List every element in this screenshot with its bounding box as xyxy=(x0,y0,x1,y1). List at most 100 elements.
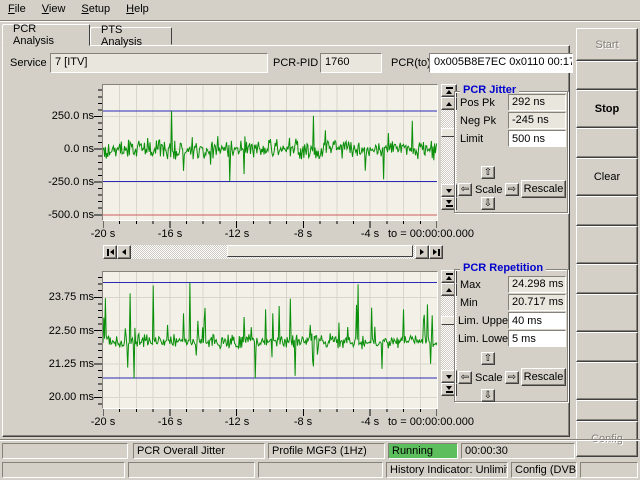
lim-upper-label: Lim. Upper xyxy=(458,315,512,327)
rep-xtick-label: -8 s xyxy=(281,416,325,428)
jitter-ytick-label: 250.0 ns xyxy=(8,110,94,122)
jitter-scale-right-icon[interactable]: ⇨ xyxy=(505,183,519,196)
pos-pk-label: Pos Pk xyxy=(460,97,495,109)
rep-xtick-label: -20 s xyxy=(81,416,125,428)
status-cell-empty xyxy=(2,443,128,459)
stop-button[interactable]: Stop xyxy=(576,90,638,128)
rep-waveform-chart xyxy=(103,272,437,408)
status-cell-empty xyxy=(258,462,383,478)
status-cell-empty xyxy=(2,462,125,478)
rep-xtick-label: -16 s xyxy=(148,416,192,428)
jitter-xtick-label: -8 s xyxy=(281,228,325,240)
jitter-scale-down-icon[interactable]: ⇩ xyxy=(481,197,495,210)
status-cell-empty xyxy=(580,462,638,478)
status-elapsed-time: 00:00:30 xyxy=(461,443,575,459)
hscroll-track[interactable] xyxy=(131,245,415,259)
status-cell-empty xyxy=(128,462,255,478)
jitter-xtick-label: -4 s xyxy=(348,228,392,240)
jitter-xtick-label: -20 s xyxy=(81,228,125,240)
menu-help[interactable]: Help xyxy=(118,0,157,20)
blank-button[interactable] xyxy=(576,362,638,400)
tab-pts-analysis-label: PTS Analysis xyxy=(101,24,161,48)
jitter-scale-up-icon[interactable]: ⇧ xyxy=(481,166,495,179)
pcr-to-label: PCR(to) xyxy=(391,57,431,69)
blank-button[interactable] xyxy=(576,128,638,158)
status-divider-highlight xyxy=(0,440,640,441)
rep-yaxis-ticks xyxy=(94,272,102,408)
jitter-scale-left-icon[interactable]: ⇦ xyxy=(458,183,472,196)
pcr-repetition-title: PCR Repetition xyxy=(460,262,546,274)
status-profile: Profile MGF3 (1Hz) xyxy=(268,443,385,459)
rep-scale-up-icon[interactable]: ⇧ xyxy=(481,352,495,365)
jitter-waveform-chart xyxy=(103,85,437,220)
tab-pts-analysis[interactable]: PTS Analysis xyxy=(90,27,172,45)
jitter-rescale-button[interactable]: Rescale xyxy=(521,180,566,198)
jitter-limit-input[interactable] xyxy=(508,130,566,147)
min-value: 20.717 ms xyxy=(508,294,566,311)
rep-ytick-label: 20.00 ms xyxy=(8,391,94,403)
rep-xtick-label: -12 s xyxy=(215,416,259,428)
rep-rescale-button[interactable]: Rescale xyxy=(521,368,566,386)
jitter-scale-label: Scale xyxy=(475,184,503,196)
jitter-vscroll-thumb[interactable] xyxy=(441,128,455,137)
time-horizontal-scrollbar[interactable] xyxy=(103,245,443,259)
pcr-analyzer-window: File View Setup Help PCR Analysis PTS An… xyxy=(0,0,640,480)
blank-button[interactable] xyxy=(576,226,638,264)
status-history-indicator: History Indicator: Unlimited xyxy=(386,462,508,478)
jitter-xtick-label: -12 s xyxy=(215,228,259,240)
neg-pk-label: Neg Pk xyxy=(460,115,496,127)
rep-xtick-label: -4 s xyxy=(348,416,392,428)
rep-scale-down-icon[interactable]: ⇩ xyxy=(481,389,495,402)
menu-bar: File View Setup Help xyxy=(0,0,640,20)
pcr-pid-label: PCR-PID xyxy=(273,57,318,69)
scroll-far-right-icon[interactable] xyxy=(429,245,443,259)
scroll-left-icon[interactable] xyxy=(117,245,131,259)
lim-lower-input[interactable] xyxy=(508,330,566,347)
tab-pcr-analysis[interactable]: PCR Analysis xyxy=(2,24,90,46)
jitter-ytick-label: 0.0 ns xyxy=(8,143,94,155)
menu-divider-highlight xyxy=(0,21,640,22)
rep-scale-label: Scale xyxy=(475,372,503,384)
pcr-pid-field[interactable]: 1760 xyxy=(320,53,382,73)
menu-file[interactable]: File xyxy=(0,0,34,20)
status-config-standard: Config (DVB) xyxy=(511,462,577,478)
jitter-limit-label: Limit xyxy=(460,133,483,145)
rep-vscroll-thumb[interactable] xyxy=(441,316,455,325)
rep-scale-right-icon[interactable]: ⇨ xyxy=(505,371,519,384)
service-field[interactable]: 7 [ITV] xyxy=(50,53,268,73)
blank-button[interactable] xyxy=(576,61,638,90)
scroll-right-icon[interactable] xyxy=(415,245,429,259)
status-running-badge: Running xyxy=(388,443,458,459)
max-label: Max xyxy=(460,279,481,291)
jitter-xtick-label: -16 s xyxy=(148,228,192,240)
clear-button[interactable]: Clear xyxy=(576,158,638,196)
neg-pk-value: -245 ns xyxy=(508,112,566,129)
jitter-time-reference-label: to = 00:00:00.000 xyxy=(388,228,488,240)
lim-lower-label: Lim. Lower xyxy=(458,333,512,345)
blank-button[interactable] xyxy=(576,332,638,362)
menu-view[interactable]: View xyxy=(34,0,74,20)
rep-xaxis-ticks xyxy=(103,409,437,416)
blank-button[interactable] xyxy=(576,400,638,421)
menu-setup[interactable]: Setup xyxy=(73,0,118,20)
blank-button[interactable] xyxy=(576,196,638,226)
pos-pk-value: 292 ns xyxy=(508,94,566,111)
start-button[interactable]: Start xyxy=(576,28,638,61)
rep-time-reference-label: to = 00:00:00.000 xyxy=(388,416,488,428)
rep-scale-left-icon[interactable]: ⇦ xyxy=(458,371,472,384)
max-value: 24.298 ms xyxy=(508,276,566,293)
jitter-ytick-label: -250.0 ns xyxy=(8,176,94,188)
blank-button[interactable] xyxy=(576,294,638,332)
rep-ytick-label: 23.75 ms xyxy=(8,291,94,303)
rep-plot-frame xyxy=(102,271,438,409)
jitter-ytick-label: -500.0 ns xyxy=(8,209,94,221)
jitter-plot-frame xyxy=(102,84,438,221)
jitter-xaxis-ticks xyxy=(103,221,437,228)
scroll-far-left-icon[interactable] xyxy=(103,245,117,259)
lim-upper-input[interactable] xyxy=(508,312,566,329)
blank-button[interactable] xyxy=(576,264,638,294)
tab-pcr-analysis-label: PCR Analysis xyxy=(13,23,79,47)
rep-ytick-label: 21.25 ms xyxy=(8,358,94,370)
service-label: Service xyxy=(10,57,47,69)
hscroll-thumb[interactable] xyxy=(227,245,413,257)
